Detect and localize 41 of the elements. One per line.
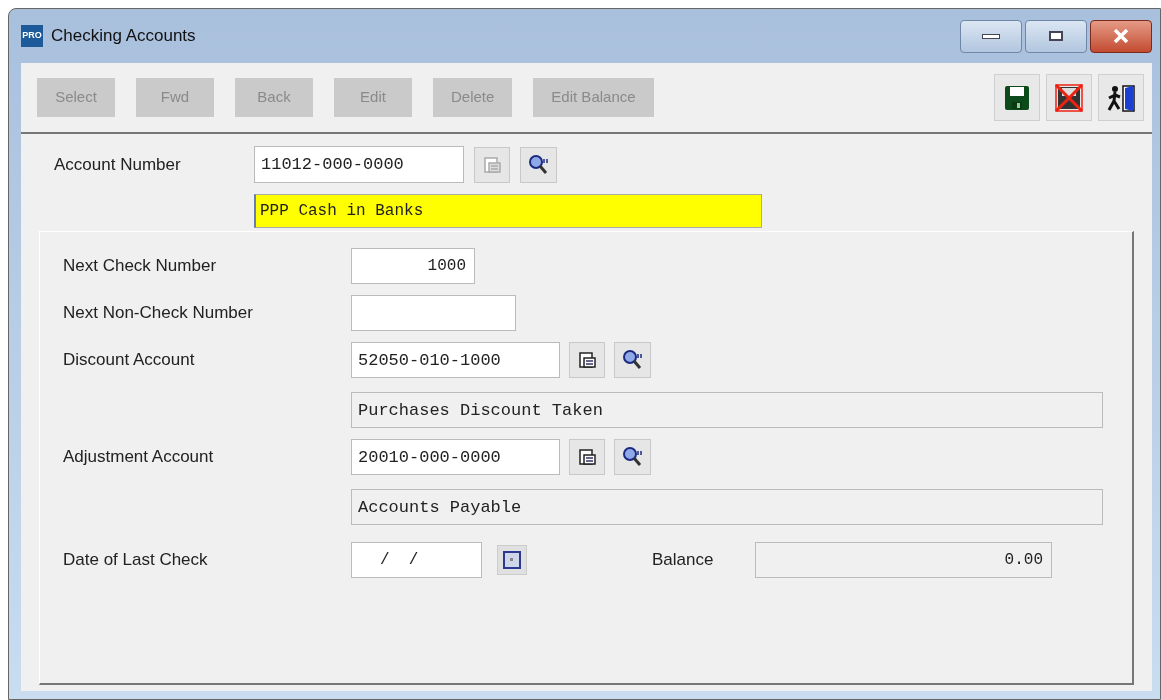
search-button[interactable] [614,342,651,378]
search-button[interactable] [520,146,557,183]
field-label: Next Non-Check Number [63,302,254,325]
search-button[interactable] [614,439,651,475]
magnifier-icon [620,446,645,468]
field-label: Next Check Number [63,255,218,278]
account-description-field[interactable]: Purchases Discount Taken [351,392,1103,428]
number-field[interactable]: 1000 [351,248,475,284]
app-logo: PRO [21,25,43,47]
number-field[interactable] [351,295,516,331]
exit-door-icon [1105,82,1137,113]
close-icon [1113,29,1129,43]
cancel-button[interactable] [1046,74,1092,121]
account-number-field[interactable]: 11012-000-0000 [254,146,464,183]
account-field[interactable]: 20010-000-0000 [351,439,560,475]
calendar-button[interactable] [497,545,527,575]
save-button[interactable] [994,74,1040,121]
exit-button[interactable] [1098,74,1144,121]
magnifier-icon [620,349,645,371]
account-description-field[interactable]: PPP Cash in Banks [254,194,762,228]
document-icon [482,154,502,175]
field-label: Date of Last Check [63,549,209,572]
account-field[interactable]: 52050-010-1000 [351,342,560,378]
balance-label: Balance [652,549,715,572]
minimize-button[interactable] [960,19,1022,53]
date-field[interactable]: / / [351,542,482,578]
document-icon [577,350,597,370]
close-button[interactable] [1090,19,1152,53]
crossed-disk-icon [1054,82,1084,113]
record-lookup-button[interactable] [569,439,605,475]
record-lookup-button[interactable] [569,342,605,378]
maximize-button[interactable] [1025,19,1087,53]
account-description-field[interactable]: Accounts Payable [351,489,1103,525]
calendar-icon [502,550,522,570]
field-label: Adjustment Account [63,446,215,469]
balance-field[interactable]: 0.00 [755,542,1052,578]
account-number-label: Account Number [54,153,182,176]
magnifier-icon [526,153,551,176]
field-label: Discount Account [63,349,196,372]
document-icon [577,447,597,467]
window-title: Checking Accounts [51,25,196,48]
